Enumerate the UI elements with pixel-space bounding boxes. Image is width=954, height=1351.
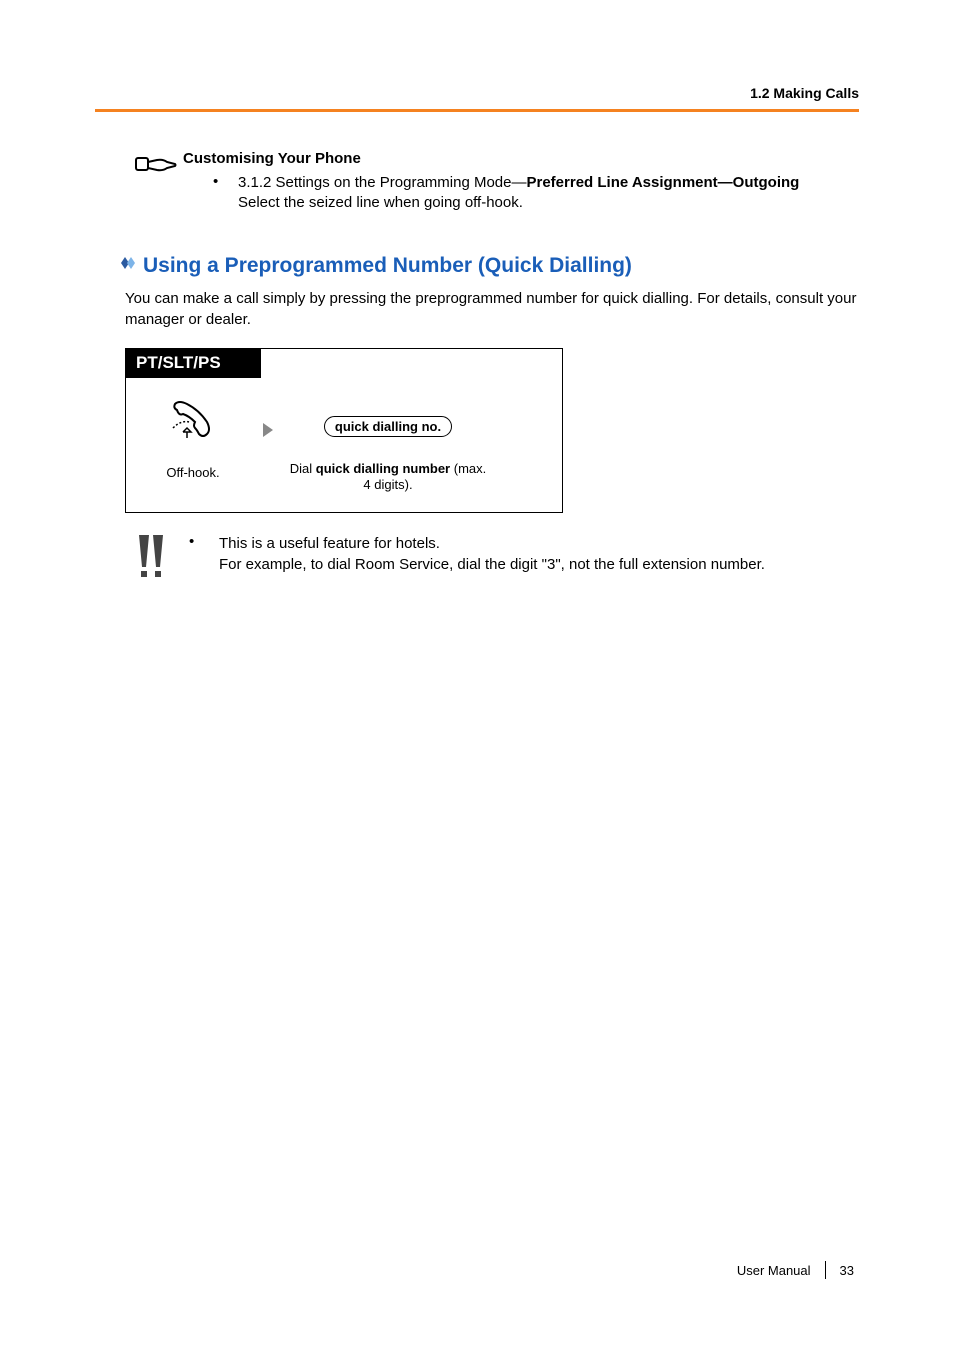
step2-bold: quick dialling number: [316, 461, 450, 476]
step-offhook: Off-hook.: [138, 400, 248, 482]
customising-block: Customising Your Phone • 3.1.2 Settings …: [135, 150, 859, 214]
note-line1: This is a useful feature for hotels.: [219, 535, 440, 552]
step2-label: Dial quick dialling number (max. 4 digit…: [288, 461, 488, 495]
quick-dialling-pill: quick dialling no.: [324, 416, 452, 437]
customising-bullet: • 3.1.2 Settings on the Programming Mode…: [183, 173, 859, 214]
customising-content: Customising Your Phone • 3.1.2 Settings …: [183, 150, 859, 214]
procedure-box: PT/SLT/PS Off-hook.: [125, 348, 563, 514]
bullet-prefix: 3.1.2 Settings on the Programming Mode—: [238, 174, 527, 191]
bullet-marker: •: [213, 173, 238, 214]
diamond-icon: [115, 255, 143, 276]
procedure-body: Off-hook. quick dialling no. Dial quick …: [126, 378, 562, 495]
section-heading: Using a Preprogrammed Number (Quick Dial…: [143, 254, 632, 278]
bullet-line2: Select the seized line when going off-ho…: [238, 194, 523, 211]
footer-separator: [825, 1261, 826, 1279]
step2-prefix: Dial: [290, 461, 316, 476]
page-number: 33: [840, 1263, 854, 1278]
step-dial: quick dialling no. Dial quick dialling n…: [288, 400, 488, 495]
footer-manual-label: User Manual: [737, 1263, 811, 1278]
section-heading-row: Using a Preprogrammed Number (Quick Dial…: [115, 254, 859, 278]
intro-paragraph: You can make a call simply by pressing t…: [125, 288, 859, 330]
page-header: 1.2 Making Calls: [95, 85, 859, 112]
note-block: • This is a useful feature for hotels. F…: [135, 533, 859, 586]
step1-label: Off-hook.: [166, 465, 219, 482]
customising-title: Customising Your Phone: [183, 150, 859, 167]
note-content: • This is a useful feature for hotels. F…: [183, 533, 859, 586]
page-footer: User Manual 33: [737, 1261, 854, 1279]
note-line2: For example, to dial Room Service, dial …: [219, 556, 765, 573]
exclamation-icon: [135, 533, 183, 586]
note-bullet: • This is a useful feature for hotels. F…: [183, 533, 859, 575]
document-page: 1.2 Making Calls Customising Your Phone …: [0, 0, 954, 1351]
bullet-bold: Preferred Line Assignment—Outgoing: [527, 174, 800, 191]
pointer-hand-icon: [135, 150, 183, 214]
customising-bullet-text: 3.1.2 Settings on the Programming Mode—P…: [238, 173, 799, 214]
handset-icon: [169, 400, 217, 447]
bullet-marker: •: [189, 533, 219, 575]
breadcrumb: 1.2 Making Calls: [750, 85, 859, 101]
note-text: This is a useful feature for hotels. For…: [219, 533, 765, 575]
arrow-icon: [248, 400, 288, 438]
procedure-header: PT/SLT/PS: [126, 349, 261, 378]
